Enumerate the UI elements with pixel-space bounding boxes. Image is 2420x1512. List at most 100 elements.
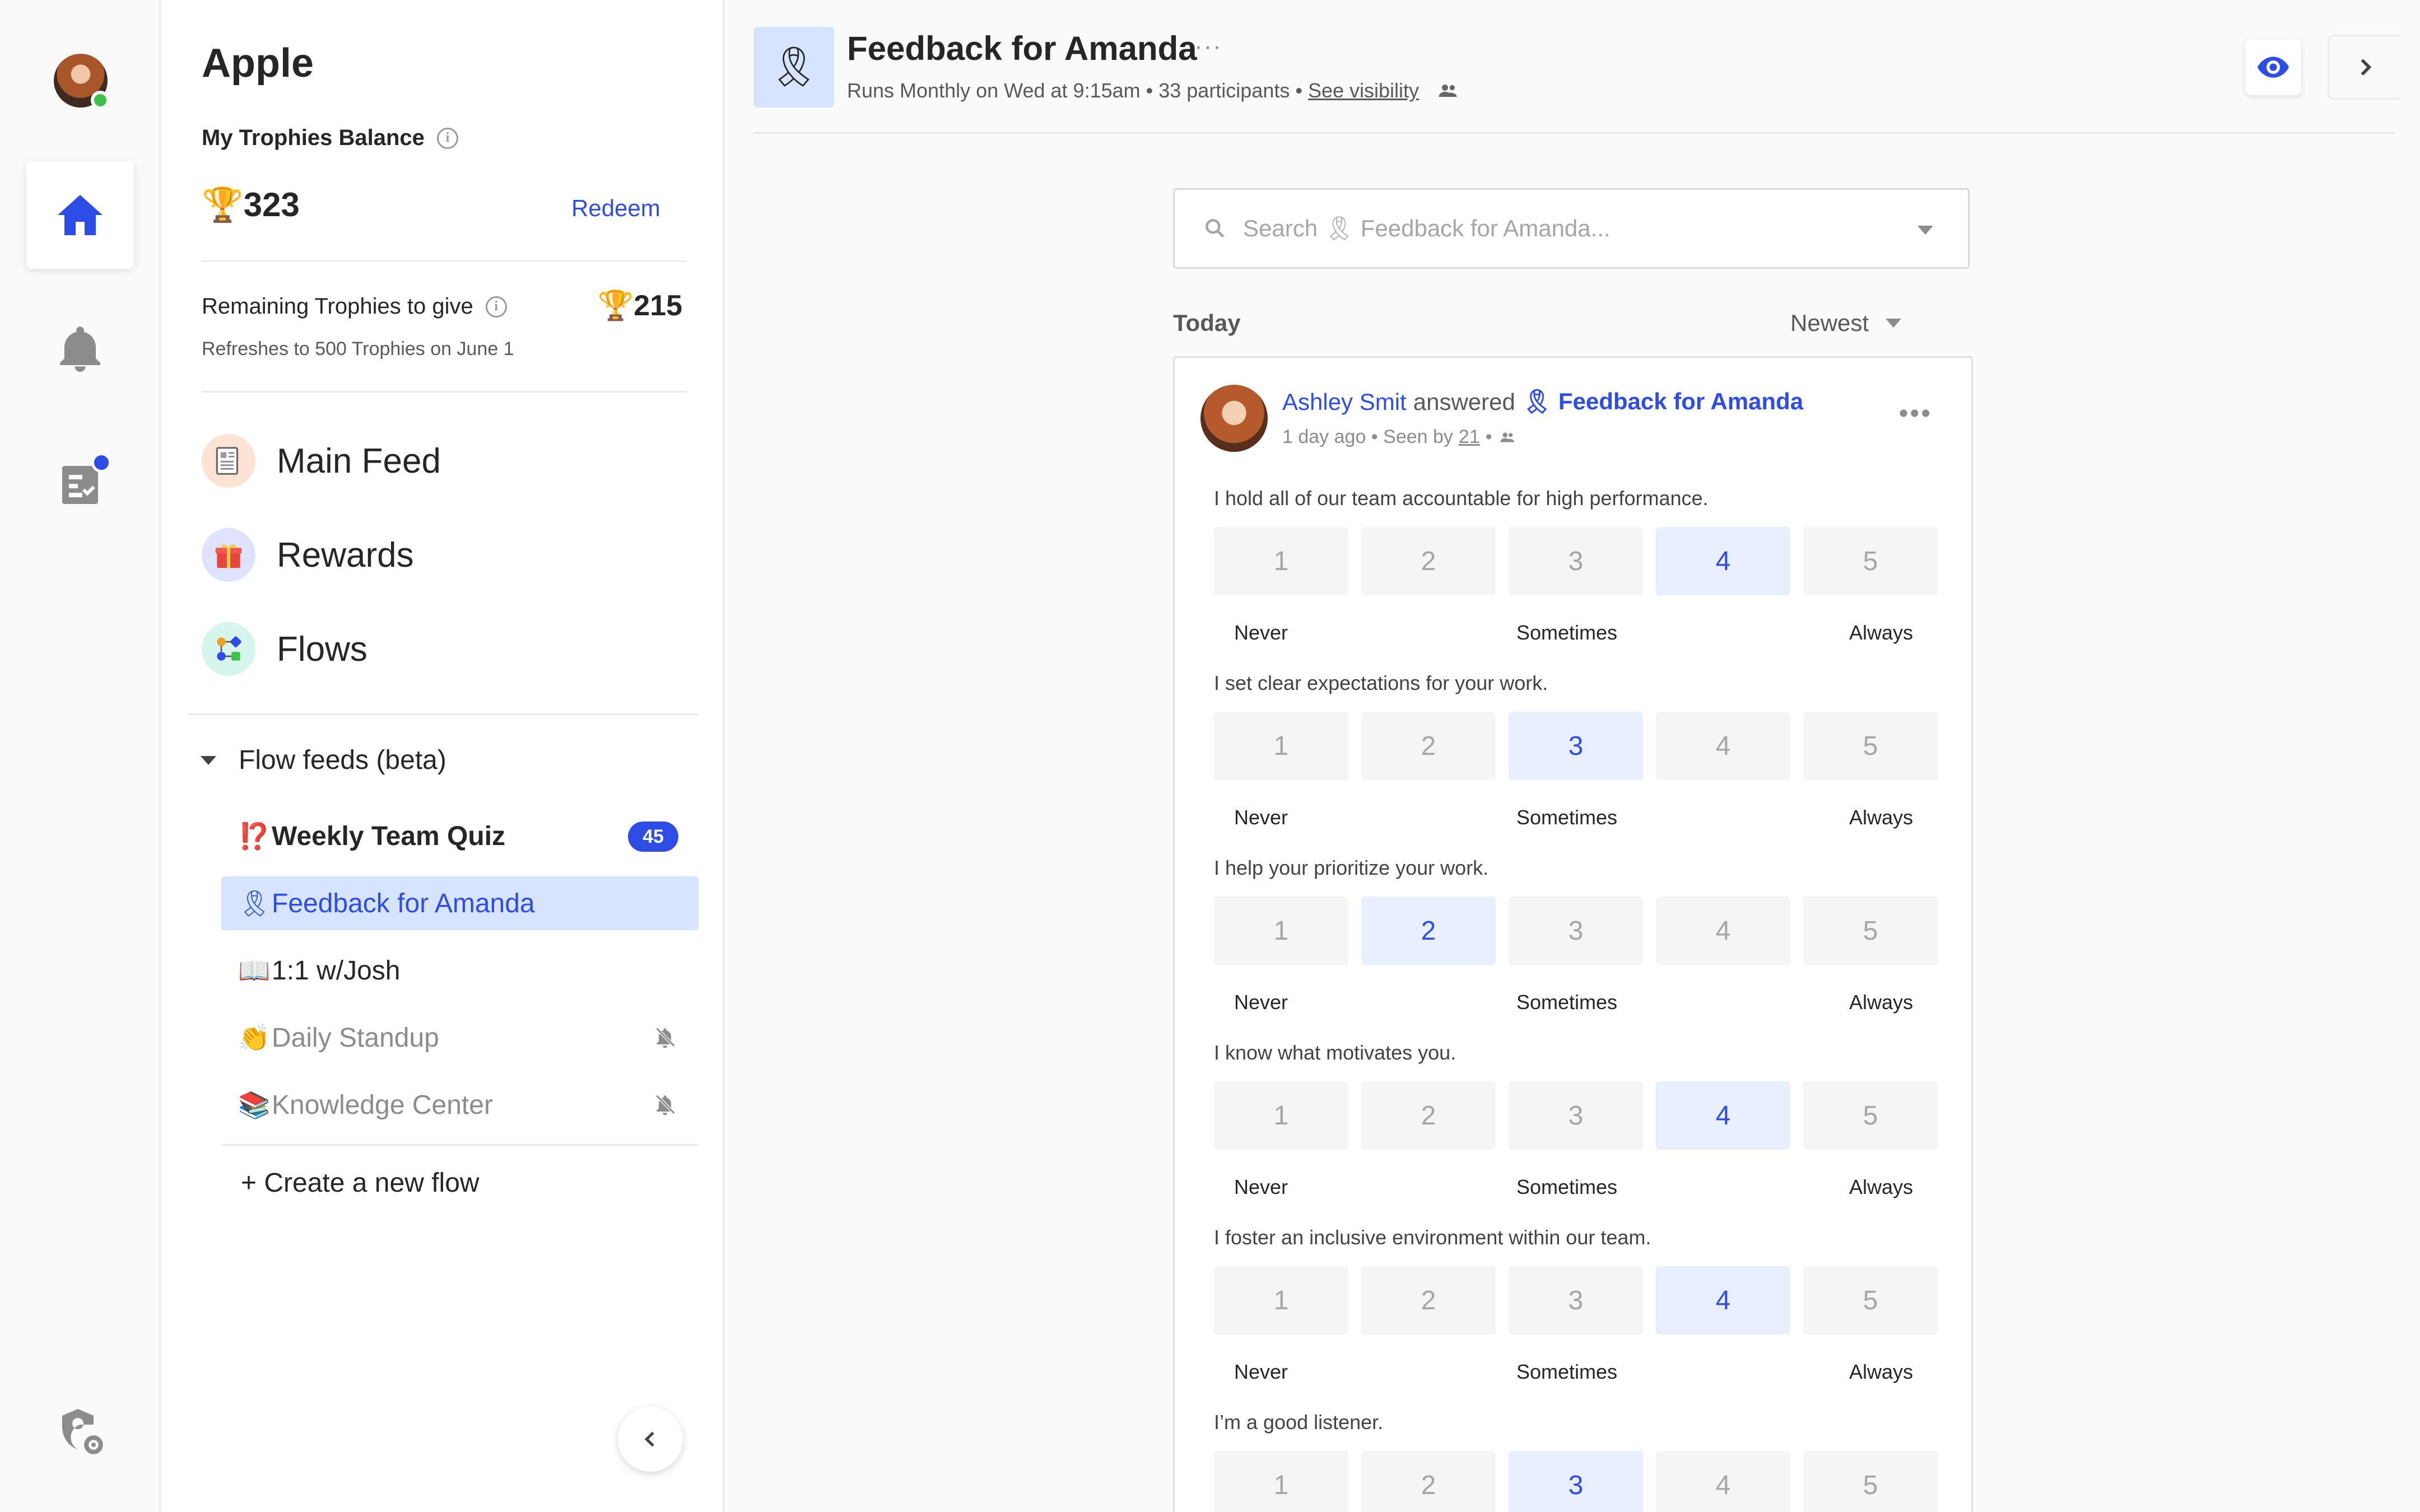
rating-option[interactable]: 4 <box>1656 897 1790 965</box>
icon-rail <box>0 0 161 1512</box>
collapse-panel-button[interactable] <box>618 1407 683 1472</box>
flow-item-label: Feedback for Amanda <box>272 888 535 918</box>
sort-label: Newest <box>1790 310 1869 336</box>
expand-right-panel-button[interactable] <box>2328 35 2400 100</box>
rating-option[interactable]: 2 <box>1361 1266 1496 1334</box>
rating-option[interactable]: 5 <box>1803 1451 1938 1512</box>
rating-option[interactable]: 1 <box>1214 712 1348 780</box>
rating-option[interactable]: 3 <box>1509 1081 1643 1150</box>
post-options-button[interactable]: ••• <box>1899 398 1932 429</box>
flow-item-label: 1:1 w/Josh <box>272 955 401 986</box>
scale-label-low: Never <box>1234 991 1288 1014</box>
info-icon[interactable]: i <box>485 296 507 318</box>
rating-option[interactable]: 3 <box>1509 712 1643 780</box>
flow-item-weekly-team-quiz[interactable]: ⁉️ Weekly Team Quiz 45 <box>221 809 699 863</box>
notifications-button[interactable] <box>26 296 134 403</box>
search-bar[interactable] <box>1173 188 1970 269</box>
flow-emoji: 👏 <box>238 1023 271 1052</box>
rating-option[interactable]: 5 <box>1803 712 1938 780</box>
flow-link[interactable]: 🎗 Feedback for Amanda <box>1522 388 1803 416</box>
page-title: Feedback for Amanda <box>847 30 1197 67</box>
chevron-right-icon <box>2361 59 2371 76</box>
rating-option[interactable]: 1 <box>1214 897 1348 965</box>
rating-option[interactable]: 5 <box>1803 1266 1938 1334</box>
home-button[interactable] <box>26 161 134 269</box>
author-name-link[interactable]: Ashley Smit <box>1282 389 1407 416</box>
scale-label-high: Always <box>1849 806 1914 829</box>
sort-dropdown[interactable]: Newest <box>1790 310 1902 337</box>
muted-bell-icon <box>655 1094 676 1116</box>
caret-down-icon <box>201 755 216 765</box>
see-visibility-link[interactable]: See visibility <box>1308 79 1419 102</box>
flow-item-feedback-for-amanda[interactable]: 🎗 Feedback for Amanda <box>221 876 699 930</box>
scale-label-low: Never <box>1234 621 1288 644</box>
rating-option[interactable]: 1 <box>1214 1266 1348 1334</box>
rating-option[interactable]: 5 <box>1803 897 1938 965</box>
question-text: I hold all of our team accountable for h… <box>1214 487 1709 510</box>
rating-option[interactable]: 1 <box>1214 1081 1348 1150</box>
flow-schedule-text: Runs Monthly on Wed at 9:15am • 33 parti… <box>847 79 1302 102</box>
question-text: I know what motivates you. <box>1214 1041 1456 1064</box>
flow-item-label: Daily Standup <box>272 1023 439 1053</box>
nav-main-feed[interactable]: Main Feed <box>202 430 441 492</box>
user-avatar[interactable] <box>54 54 110 110</box>
rating-option[interactable]: 2 <box>1361 527 1496 595</box>
people-icon <box>1500 432 1514 442</box>
flow-item-daily-standup[interactable]: 👏 Daily Standup <box>221 1011 699 1065</box>
rating-option[interactable]: 4 <box>1656 1451 1790 1512</box>
scale-label-mid: Sometimes <box>1516 991 1618 1014</box>
rating-option[interactable]: 4 <box>1656 712 1790 780</box>
rating-option[interactable]: 4 <box>1656 1081 1790 1150</box>
rating-option[interactable]: 2 <box>1361 1081 1496 1150</box>
home-icon <box>58 195 103 235</box>
divider <box>202 260 687 262</box>
trophies-balance-label-text: My Trophies Balance <box>202 125 425 150</box>
create-flow-link[interactable]: + Create a new flow <box>241 1168 480 1198</box>
rating-option[interactable]: 3 <box>1509 1451 1643 1512</box>
rating-option[interactable]: 2 <box>1361 897 1496 965</box>
rating-option[interactable]: 3 <box>1509 1266 1643 1334</box>
question-text: I’m a good listener. <box>1214 1411 1384 1434</box>
flow-item-knowledge-center[interactable]: 📚 Knowledge Center <box>221 1078 699 1132</box>
redeem-link[interactable]: Redeem <box>571 195 660 222</box>
online-status-dot <box>91 91 110 110</box>
nav-flows[interactable]: Flows <box>202 618 367 680</box>
rating-option[interactable]: 4 <box>1656 527 1790 595</box>
tasks-button[interactable] <box>26 430 134 538</box>
author-avatar[interactable] <box>1200 385 1268 452</box>
rating-scale: 12345 <box>1214 1266 1938 1334</box>
flow-item-label: Weekly Team Quiz <box>272 821 506 851</box>
rating-option[interactable]: 3 <box>1509 897 1643 965</box>
nav-rewards-label: Rewards <box>277 535 414 575</box>
info-icon[interactable]: i <box>436 127 458 149</box>
rating-option[interactable]: 1 <box>1214 1451 1348 1512</box>
search-input[interactable] <box>1243 215 1859 242</box>
rating-option[interactable]: 5 <box>1803 1081 1938 1150</box>
divider <box>202 391 687 393</box>
rating-option[interactable]: 1 <box>1214 527 1348 595</box>
flow-item-label: Knowledge Center <box>272 1090 493 1120</box>
admin-settings-button[interactable] <box>26 1378 134 1485</box>
seen-by-count[interactable]: 21 <box>1459 426 1480 448</box>
flow-item-one-on-one-josh[interactable]: 📖 1:1 w/Josh <box>221 944 699 997</box>
nav-rewards[interactable]: Rewards <box>202 524 414 586</box>
rating-option[interactable]: 5 <box>1803 527 1938 595</box>
feed-icon <box>202 434 255 488</box>
view-button[interactable] <box>2245 39 2301 95</box>
post-time: 1 day ago • Seen by <box>1282 426 1453 447</box>
flow-emoji: 🎗 <box>238 888 271 918</box>
flow-feeds-toggle[interactable]: Flow feeds (beta) <box>201 745 446 776</box>
rating-option[interactable]: 3 <box>1509 527 1643 595</box>
rating-scale: 12345 <box>1214 527 1938 595</box>
scale-label-high: Always <box>1849 621 1914 644</box>
rating-option[interactable]: 2 <box>1361 1451 1496 1512</box>
flow-options-button[interactable]: ··· <box>1194 32 1222 60</box>
divider <box>221 1144 699 1146</box>
refresh-note: Refreshes to 500 Trophies on June 1 <box>202 338 514 360</box>
rating-option[interactable]: 2 <box>1361 712 1496 780</box>
people-icon <box>1439 85 1457 97</box>
scale-label-mid: Sometimes <box>1516 1175 1618 1198</box>
rating-option[interactable]: 4 <box>1656 1266 1790 1334</box>
chevron-down-icon[interactable] <box>1918 226 1933 235</box>
scale-label-mid: Sometimes <box>1516 1360 1618 1383</box>
